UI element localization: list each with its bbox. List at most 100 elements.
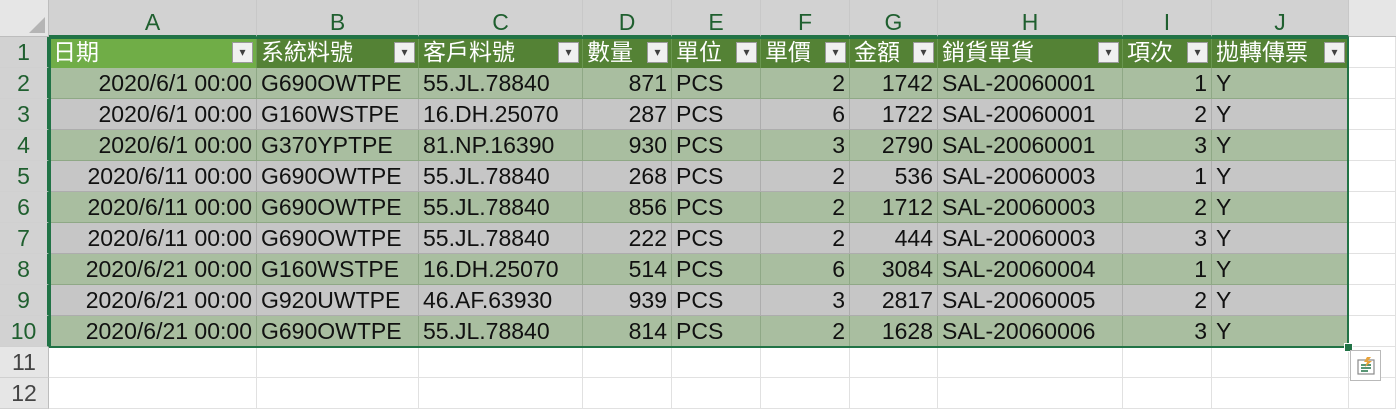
table-cell[interactable]: 3	[761, 285, 850, 316]
table-cell[interactable]: 2	[761, 161, 850, 192]
table-cell[interactable]: 514	[583, 254, 672, 285]
table-cell[interactable]: 3	[1123, 316, 1212, 347]
table-cell[interactable]: 2	[761, 316, 850, 347]
table-cell[interactable]: 939	[583, 285, 672, 316]
table-cell[interactable]: 1722	[850, 99, 938, 130]
table-cell[interactable]: PCS	[672, 192, 761, 223]
row-header-1[interactable]: 1	[0, 37, 49, 68]
table-cell[interactable]: 222	[583, 223, 672, 254]
table-cell[interactable]: 55.JL.78840	[419, 223, 583, 254]
filter-dropdown-button[interactable]: ▾	[913, 42, 934, 63]
empty-cell[interactable]	[1349, 37, 1396, 68]
column-header-a[interactable]: A	[49, 0, 257, 37]
filter-dropdown-button[interactable]: ▾	[558, 42, 579, 63]
filter-dropdown-button[interactable]: ▾	[825, 42, 846, 63]
row-header-2[interactable]: 2	[0, 68, 49, 99]
empty-cell[interactable]	[1349, 254, 1396, 285]
table-cell[interactable]: 536	[850, 161, 938, 192]
table-cell[interactable]: SAL-20060001	[938, 68, 1123, 99]
table-cell[interactable]: 1	[1123, 68, 1212, 99]
table-cell[interactable]: 2020/6/1 00:00	[49, 130, 257, 161]
table-header-cell[interactable]: 日期 ▾	[49, 37, 257, 68]
table-cell[interactable]: SAL-20060004	[938, 254, 1123, 285]
table-cell[interactable]: SAL-20060003	[938, 161, 1123, 192]
table-cell[interactable]: SAL-20060005	[938, 285, 1123, 316]
table-header-cell[interactable]: 數量 ▾	[583, 37, 672, 68]
table-cell[interactable]: G160WSTPE	[257, 99, 419, 130]
table-cell[interactable]: 1628	[850, 316, 938, 347]
filter-dropdown-button[interactable]: ▾	[1098, 42, 1119, 63]
empty-cell[interactable]	[938, 347, 1123, 378]
empty-cell[interactable]	[1349, 99, 1396, 130]
table-cell[interactable]: Y	[1212, 130, 1349, 161]
column-header-i[interactable]: I	[1123, 0, 1212, 37]
table-cell[interactable]: 16.DH.25070	[419, 254, 583, 285]
empty-cell[interactable]	[850, 347, 938, 378]
table-cell[interactable]: G370YPTPE	[257, 130, 419, 161]
table-cell[interactable]: 2020/6/11 00:00	[49, 223, 257, 254]
table-cell[interactable]: SAL-20060001	[938, 130, 1123, 161]
column-header-g[interactable]: G	[850, 0, 938, 37]
filter-dropdown-button[interactable]: ▾	[394, 42, 415, 63]
table-cell[interactable]: SAL-20060003	[938, 192, 1123, 223]
table-cell[interactable]: SAL-20060001	[938, 99, 1123, 130]
filter-dropdown-button[interactable]: ▾	[1324, 42, 1345, 63]
table-cell[interactable]: 2	[1123, 285, 1212, 316]
column-header-c[interactable]: C	[419, 0, 583, 37]
empty-cell[interactable]	[419, 347, 583, 378]
empty-cell[interactable]	[1349, 378, 1396, 409]
table-cell[interactable]: 16.DH.25070	[419, 99, 583, 130]
table-cell[interactable]: 2020/6/1 00:00	[49, 68, 257, 99]
table-cell[interactable]: PCS	[672, 99, 761, 130]
empty-cell[interactable]	[1123, 378, 1212, 409]
table-cell[interactable]: 6	[761, 99, 850, 130]
row-header-4[interactable]: 4	[0, 130, 49, 161]
table-cell[interactable]: G160WSTPE	[257, 254, 419, 285]
table-cell[interactable]: 55.JL.78840	[419, 192, 583, 223]
table-cell[interactable]: 2	[761, 68, 850, 99]
table-cell[interactable]: SAL-20060003	[938, 223, 1123, 254]
row-header-9[interactable]: 9	[0, 285, 49, 316]
table-header-cell[interactable]: 單價 ▾	[761, 37, 850, 68]
table-cell[interactable]: PCS	[672, 316, 761, 347]
table-cell[interactable]: 3	[1123, 223, 1212, 254]
table-cell[interactable]: 6	[761, 254, 850, 285]
table-cell[interactable]: 3	[761, 130, 850, 161]
column-header-e[interactable]: E	[672, 0, 761, 37]
empty-cell[interactable]	[49, 347, 257, 378]
empty-cell[interactable]	[761, 347, 850, 378]
empty-cell[interactable]	[419, 378, 583, 409]
table-cell[interactable]: 871	[583, 68, 672, 99]
table-cell[interactable]: Y	[1212, 99, 1349, 130]
table-cell[interactable]: PCS	[672, 68, 761, 99]
table-cell[interactable]: 3	[1123, 130, 1212, 161]
table-header-cell[interactable]: 項次 ▾	[1123, 37, 1212, 68]
quick-analysis-button[interactable]	[1350, 350, 1381, 381]
table-cell[interactable]: Y	[1212, 316, 1349, 347]
row-header-11[interactable]: 11	[0, 347, 49, 378]
table-cell[interactable]: 444	[850, 223, 938, 254]
table-cell[interactable]: Y	[1212, 68, 1349, 99]
table-cell[interactable]: 2020/6/11 00:00	[49, 192, 257, 223]
table-cell[interactable]: 2	[1123, 192, 1212, 223]
table-cell[interactable]: Y	[1212, 161, 1349, 192]
table-cell[interactable]: 1	[1123, 161, 1212, 192]
table-cell[interactable]: G690OWTPE	[257, 68, 419, 99]
table-cell[interactable]: G690OWTPE	[257, 192, 419, 223]
table-cell[interactable]: 3084	[850, 254, 938, 285]
table-cell[interactable]: G690OWTPE	[257, 161, 419, 192]
empty-cell[interactable]	[1349, 68, 1396, 99]
empty-cell[interactable]	[761, 378, 850, 409]
table-cell[interactable]: Y	[1212, 223, 1349, 254]
row-header-5[interactable]: 5	[0, 161, 49, 192]
empty-cell[interactable]	[938, 378, 1123, 409]
filter-dropdown-button[interactable]: ▾	[647, 42, 668, 63]
table-cell[interactable]: 287	[583, 99, 672, 130]
row-header-3[interactable]: 3	[0, 99, 49, 130]
table-cell[interactable]: 2020/6/21 00:00	[49, 316, 257, 347]
empty-cell[interactable]	[1349, 192, 1396, 223]
table-header-cell[interactable]: 銷貨單貨 ▾	[938, 37, 1123, 68]
table-cell[interactable]: 2	[761, 192, 850, 223]
empty-cell[interactable]	[1349, 223, 1396, 254]
table-cell[interactable]: 1742	[850, 68, 938, 99]
